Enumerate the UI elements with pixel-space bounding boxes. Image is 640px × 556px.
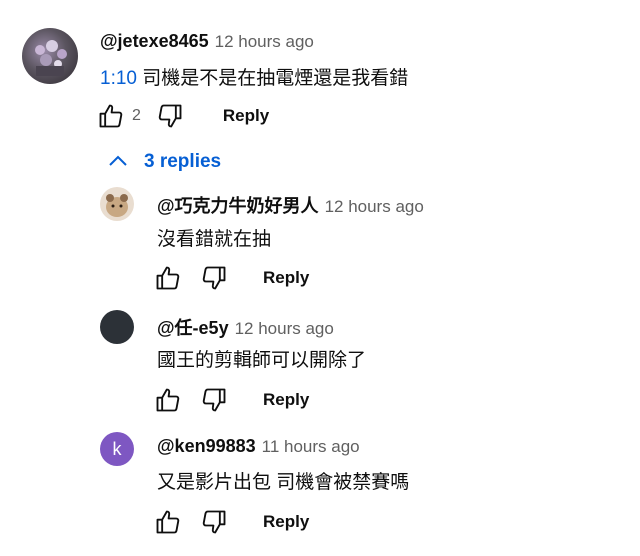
thumbs-up-icon (156, 510, 180, 534)
thumbs-up-icon (156, 266, 180, 290)
thumbs-up-icon (99, 104, 123, 128)
like-button[interactable] (153, 263, 183, 293)
reply-time[interactable]: 12 hours ago (325, 197, 424, 216)
reply-text: 國王的剪輯師可以開除了 (157, 350, 367, 371)
thumbs-up-icon (156, 388, 180, 412)
dislike-button[interactable] (199, 507, 229, 537)
thumbs-down-icon (158, 104, 182, 128)
comment-text: 1:10 司機是不是在抽電煙還是我看錯 (100, 63, 408, 90)
avatar[interactable] (100, 310, 134, 344)
thumbs-down-icon (202, 510, 226, 534)
reply-button[interactable]: Reply (263, 268, 309, 288)
comment-time[interactable]: 12 hours ago (215, 32, 314, 51)
like-button[interactable] (153, 385, 183, 415)
comment-body: 司機是不是在抽電煙還是我看錯 (136, 68, 409, 89)
dislike-button[interactable] (155, 101, 185, 131)
reply-button[interactable]: Reply (223, 106, 269, 126)
reply-author-line: @任-e5y 12 hours ago (157, 314, 334, 340)
avatar-letter: k (112, 438, 122, 459)
like-button[interactable] (153, 507, 183, 537)
reply-text: 沒看錯就在抽 (157, 229, 272, 250)
avatar[interactable] (100, 187, 134, 221)
reply-button[interactable]: Reply (263, 390, 309, 410)
avatar-image-icon (106, 194, 128, 217)
like-count: 2 (132, 107, 141, 124)
reply-text: 又是影片出包 司機會被禁賽嗎 (157, 472, 410, 493)
reply-author-line: @ken99883 11 hours ago (157, 436, 360, 457)
avatar[interactable]: k (100, 432, 134, 466)
comment-actions: 2 Reply (96, 101, 269, 131)
reply-author[interactable]: @任-e5y (157, 318, 229, 338)
reply-author-line: @巧克力牛奶好男人 12 hours ago (157, 192, 424, 218)
reply-actions: Reply (153, 507, 309, 537)
chevron-up-icon (109, 155, 127, 166)
comment-author[interactable]: @jetexe8465 (100, 31, 209, 51)
dislike-button[interactable] (199, 263, 229, 293)
reply-button[interactable]: Reply (263, 512, 309, 532)
replies-toggle[interactable]: 3 replies (106, 150, 221, 174)
avatar-image-icon (35, 40, 67, 76)
reply-time[interactable]: 12 hours ago (235, 319, 334, 338)
avatar[interactable] (22, 28, 78, 84)
dislike-button[interactable] (199, 385, 229, 415)
comment-author-line: @jetexe8465 12 hours ago (100, 31, 314, 52)
reply-actions: Reply (153, 263, 309, 293)
thumbs-down-icon (202, 388, 226, 412)
reply-author[interactable]: @ken99883 (157, 436, 256, 456)
thumbs-down-icon (202, 266, 226, 290)
like-button[interactable] (96, 101, 126, 131)
reply-actions: Reply (153, 385, 309, 415)
reply-time[interactable]: 11 hours ago (262, 437, 360, 456)
timestamp-link[interactable]: 1:10 (100, 68, 137, 89)
replies-count-label: 3 replies (144, 151, 222, 172)
reply-author[interactable]: @巧克力牛奶好男人 (157, 196, 319, 216)
